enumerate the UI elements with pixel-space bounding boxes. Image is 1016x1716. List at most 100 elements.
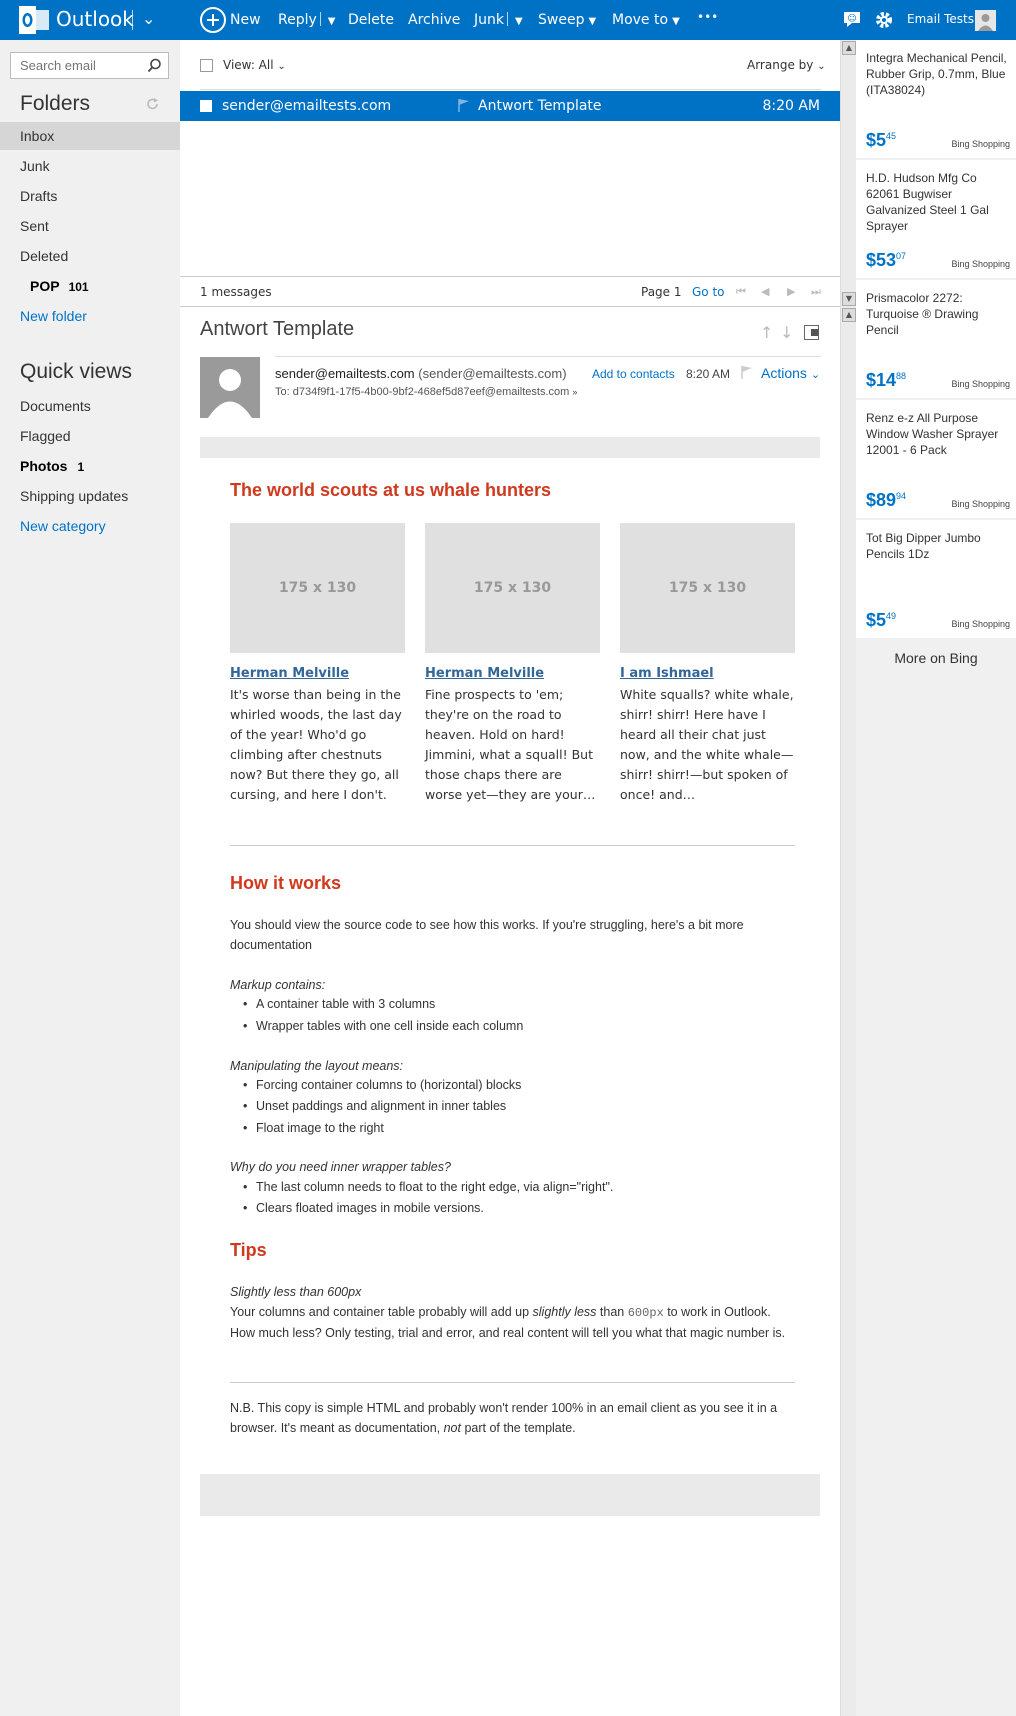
svg-text:☺: ☺: [847, 13, 856, 24]
feedback-icon[interactable]: ☺: [843, 10, 861, 28]
sender-name: sender@emailtests.com: [275, 366, 415, 381]
ad-item-3[interactable]: Prismacolor 2272: Turquoise ® Drawing Pe…: [856, 280, 1016, 398]
quick-view-shipping[interactable]: Shipping updates: [0, 482, 180, 510]
ad-price: $1488: [866, 370, 906, 391]
search-icon[interactable]: [147, 58, 162, 73]
refresh-icon[interactable]: [146, 97, 160, 111]
app-brand[interactable]: Outlook: [56, 7, 134, 31]
outlook-logo-icon[interactable]: [19, 6, 49, 34]
popout-icon[interactable]: [804, 325, 819, 340]
arrow-up-icon[interactable]: ↑: [760, 323, 773, 342]
add-to-contacts-link[interactable]: Add to contacts: [592, 367, 675, 381]
folders-heading[interactable]: Folders: [20, 92, 90, 116]
chevron-down-icon[interactable]: ▼: [515, 16, 523, 27]
nb-text: part of the template.: [461, 1421, 576, 1435]
actions-menu[interactable]: Actions ⌄: [761, 365, 820, 381]
arrow-down-icon[interactable]: ↓: [780, 323, 793, 342]
folder-drafts[interactable]: Drafts: [0, 182, 180, 210]
arrange-by[interactable]: Arrange by ⌄: [747, 58, 826, 72]
chevron-down-icon[interactable]: ▼: [328, 16, 336, 27]
folder-sent[interactable]: Sent: [0, 212, 180, 240]
prev-page-icon[interactable]: ◀: [761, 285, 769, 298]
folder-deleted[interactable]: Deleted: [0, 242, 180, 270]
plus-circle-icon[interactable]: [200, 7, 226, 33]
markup-label: Markup contains:: [230, 975, 795, 995]
sweep-button[interactable]: Sweep ▼: [538, 12, 596, 28]
folder-junk[interactable]: Junk: [0, 152, 180, 180]
user-name[interactable]: Email Tests: [907, 12, 974, 26]
why-item-2: Clears floated images in mobile versions…: [243, 1201, 484, 1215]
ad-price-cents: 49: [886, 611, 897, 621]
column-title-link[interactable]: Herman Melville: [230, 666, 405, 681]
email-top-bar: [200, 437, 820, 458]
person-icon[interactable]: [975, 10, 996, 31]
junk-button[interactable]: Junk ▼: [474, 12, 523, 28]
search-input[interactable]: [11, 53, 141, 78]
ad-price-main: $14: [866, 370, 897, 390]
folder-inbox[interactable]: Inbox: [0, 122, 180, 150]
scroll-up-arrow-icon[interactable]: ▲: [842, 308, 856, 322]
intro-paragraph: You should view the source code to see h…: [230, 918, 744, 952]
tip-text: than: [596, 1305, 628, 1319]
reply-button[interactable]: Reply ▼: [278, 12, 335, 28]
ad-title: Integra Mechanical Pencil, Rubber Grip, …: [866, 51, 1007, 97]
quick-view-documents[interactable]: Documents: [0, 392, 180, 420]
quick-view-photos[interactable]: Photos 1: [0, 452, 180, 480]
ad-source: Bing Shopping: [951, 259, 1010, 269]
last-page-icon[interactable]: ⏭: [811, 285, 821, 299]
quick-view-flagged[interactable]: Flagged: [0, 422, 180, 450]
expand-chevron-icon[interactable]: »: [572, 387, 577, 397]
sender-avatar: [200, 357, 260, 418]
ad-item-1[interactable]: Integra Mechanical Pencil, Rubber Grip, …: [856, 40, 1016, 158]
new-category-link[interactable]: New category: [0, 512, 180, 540]
ad-title: Tot Big Dipper Jumbo Pencils 1Dz: [866, 531, 981, 561]
manip-label-text: Manipulating the layout means:: [230, 1059, 404, 1073]
search-box[interactable]: [10, 52, 169, 79]
ad-item-2[interactable]: H.D. Hudson Mfg Co 62061 Bugwiser Galvan…: [856, 160, 1016, 278]
tip-italic: slightly less: [532, 1305, 597, 1319]
top-bar: Outlook ⌄ New Reply ▼ Delete Archive Junk…: [0, 0, 1016, 40]
new-folder-link[interactable]: New folder: [0, 302, 180, 330]
folder-pop[interactable]: POP 101: [0, 272, 180, 300]
quick-view-photos-count: 1: [77, 460, 85, 474]
scroll-down-arrow-icon[interactable]: ▼: [842, 292, 856, 306]
recipient-line: To: d734f9f1-17f5-4b00-9bf2-468ef5d87eef…: [275, 386, 577, 398]
delete-button[interactable]: Delete: [348, 12, 394, 28]
list-item-text: Unset paddings and alignment in inner ta…: [256, 1099, 507, 1113]
email-column-2: 175 x 130 Herman Melville Fine prospects…: [425, 523, 600, 805]
archive-button[interactable]: Archive: [408, 12, 460, 28]
message-checkbox[interactable]: [200, 100, 212, 112]
ad-price-cents: 94: [896, 491, 907, 501]
email-heading-3: Tips: [230, 1240, 267, 1260]
ad-item-4[interactable]: Renz e-z All Purpose Window Washer Spray…: [856, 400, 1016, 518]
column-title-link[interactable]: I am Ishmael: [620, 666, 795, 681]
quick-views-heading[interactable]: Quick views: [20, 360, 132, 384]
chevron-down-icon[interactable]: ⌄: [142, 9, 155, 28]
nb-paragraph: N.B. This copy is simple HTML and probab…: [230, 1398, 795, 1438]
gear-icon[interactable]: [874, 10, 894, 30]
select-all-checkbox[interactable]: [200, 59, 213, 72]
message-row[interactable]: sender@emailtests.com Antwort Template 8…: [180, 91, 840, 121]
new-button[interactable]: New: [230, 12, 261, 28]
goto-link[interactable]: Go to: [692, 285, 725, 299]
chevron-down-icon: ▼: [672, 16, 680, 27]
view-filter[interactable]: View: All ⌄: [223, 58, 286, 72]
email-column-3: 175 x 130 I am Ishmael White squalls? wh…: [620, 523, 795, 805]
tip-paragraph: Your columns and container table probabl…: [230, 1302, 795, 1343]
nb-italic: not: [443, 1421, 461, 1435]
more-button[interactable]: •••: [697, 10, 718, 24]
sender-info[interactable]: sender@emailtests.com (sender@emailtests…: [275, 366, 567, 381]
vertical-scrollbar[interactable]: ▲ ▼ ▲: [840, 40, 856, 1716]
column-title-link[interactable]: Herman Melville: [425, 666, 600, 681]
chevron-down-icon: ⌄: [810, 369, 821, 381]
section-divider: [230, 1382, 795, 1383]
flag-icon[interactable]: [741, 365, 753, 379]
reading-time: 8:20 AM: [686, 367, 731, 381]
ad-item-5[interactable]: Tot Big Dipper Jumbo Pencils 1Dz $549 Bi…: [856, 520, 1016, 638]
next-page-icon[interactable]: ▶: [787, 285, 795, 298]
more-on-bing-link[interactable]: More on Bing: [856, 650, 1016, 666]
first-page-icon[interactable]: ⏮: [736, 285, 746, 299]
flag-icon[interactable]: [458, 98, 470, 112]
move-to-button[interactable]: Move to ▼: [612, 12, 680, 28]
scroll-up-arrow-icon[interactable]: ▲: [842, 41, 856, 55]
